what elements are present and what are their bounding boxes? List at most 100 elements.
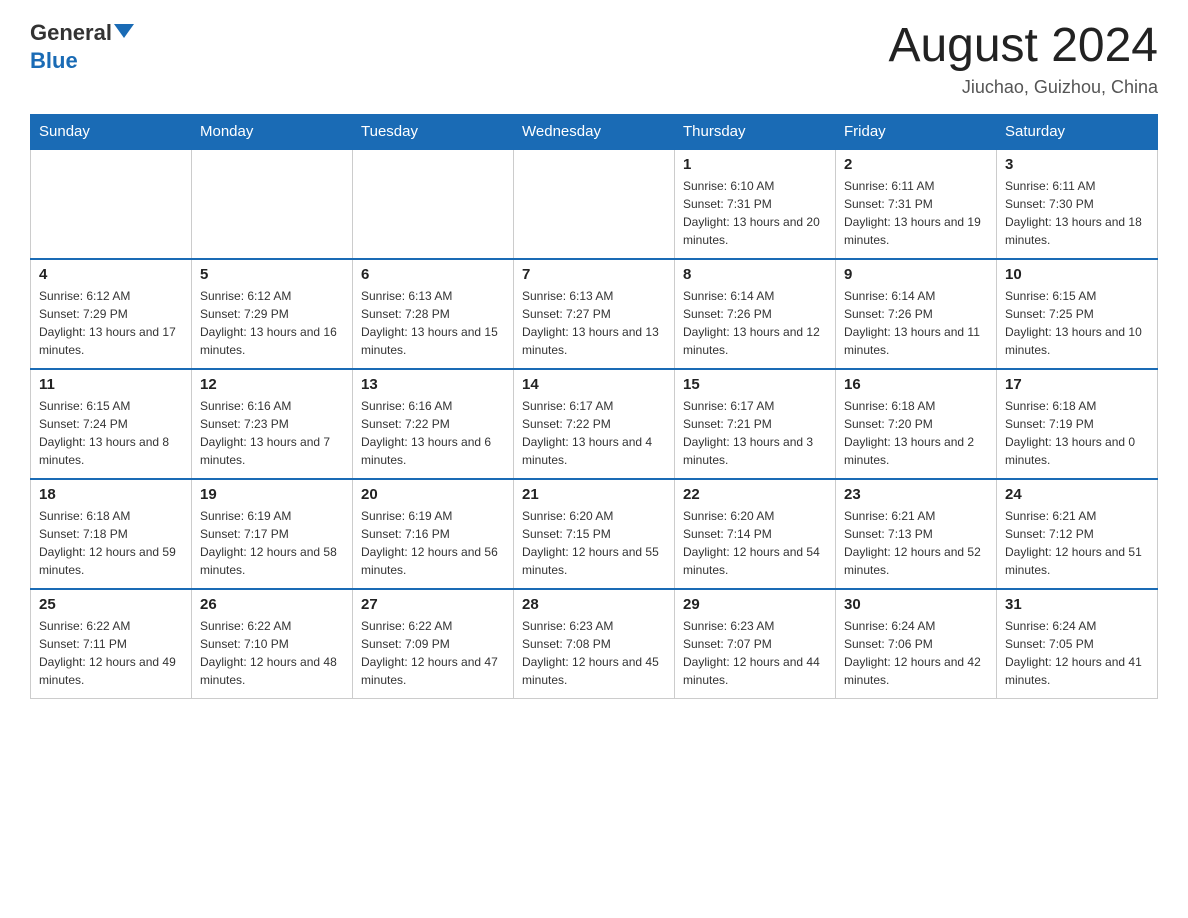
calendar-cell: 14 Sunrise: 6:17 AMSunset: 7:22 PMDayligh… xyxy=(514,369,675,479)
header-monday: Monday xyxy=(192,114,353,149)
day-info: Sunrise: 6:18 AMSunset: 7:20 PMDaylight:… xyxy=(844,397,988,469)
day-number: 15 xyxy=(683,376,827,393)
header-saturday: Saturday xyxy=(997,114,1158,149)
day-info: Sunrise: 6:12 AMSunset: 7:29 PMDaylight:… xyxy=(39,287,183,359)
calendar-cell: 12 Sunrise: 6:16 AMSunset: 7:23 PMDayligh… xyxy=(192,369,353,479)
day-number: 6 xyxy=(361,266,505,283)
location: Jiuchao, Guizhou, China xyxy=(888,77,1158,98)
calendar-cell: 28Sunrise: 6:23 AMSunset: 7:08 PMDayligh… xyxy=(514,589,675,699)
day-number: 24 xyxy=(1005,486,1149,503)
day-number: 26 xyxy=(200,596,344,613)
week-row-3: 18 Sunrise: 6:18 AMSunset: 7:18 PMDayligh… xyxy=(31,479,1158,589)
header-thursday: Thursday xyxy=(675,114,836,149)
calendar-cell: 7Sunrise: 6:13 AMSunset: 7:27 PMDaylight… xyxy=(514,259,675,369)
day-info: Sunrise: 6:21 AMSunset: 7:12 PMDaylight:… xyxy=(1005,507,1149,579)
header-friday: Friday xyxy=(836,114,997,149)
calendar-cell: 3Sunrise: 6:11 AMSunset: 7:30 PMDaylight… xyxy=(997,149,1158,259)
day-number: 11 xyxy=(39,376,183,393)
day-info: Sunrise: 6:19 AMSunset: 7:16 PMDaylight:… xyxy=(361,507,505,579)
calendar-cell: 4 Sunrise: 6:12 AMSunset: 7:29 PMDaylight… xyxy=(31,259,192,369)
calendar-cell: 10Sunrise: 6:15 AMSunset: 7:25 PMDayligh… xyxy=(997,259,1158,369)
calendar-cell: 31 Sunrise: 6:24 AMSunset: 7:05 PMDayligh… xyxy=(997,589,1158,699)
calendar-cell xyxy=(192,149,353,259)
day-info: Sunrise: 6:19 AMSunset: 7:17 PMDaylight:… xyxy=(200,507,344,579)
calendar-table: SundayMondayTuesdayWednesdayThursdayFrid… xyxy=(30,114,1158,700)
calendar-cell: 15 Sunrise: 6:17 AMSunset: 7:21 PMDayligh… xyxy=(675,369,836,479)
day-info: Sunrise: 6:11 AMSunset: 7:31 PMDaylight:… xyxy=(844,177,988,249)
calendar-cell: 6 Sunrise: 6:13 AMSunset: 7:28 PMDaylight… xyxy=(353,259,514,369)
day-number: 18 xyxy=(39,486,183,503)
day-info: Sunrise: 6:13 AMSunset: 7:28 PMDaylight:… xyxy=(361,287,505,359)
calendar-cell: 11 Sunrise: 6:15 AMSunset: 7:24 PMDayligh… xyxy=(31,369,192,479)
day-info: Sunrise: 6:15 AMSunset: 7:24 PMDaylight:… xyxy=(39,397,183,469)
day-info: Sunrise: 6:12 AMSunset: 7:29 PMDaylight:… xyxy=(200,287,344,359)
day-info: Sunrise: 6:15 AMSunset: 7:25 PMDaylight:… xyxy=(1005,287,1149,359)
day-info: Sunrise: 6:20 AMSunset: 7:14 PMDaylight:… xyxy=(683,507,827,579)
day-number: 3 xyxy=(1005,156,1149,173)
day-number: 20 xyxy=(361,486,505,503)
day-number: 25 xyxy=(39,596,183,613)
day-info: Sunrise: 6:16 AMSunset: 7:22 PMDaylight:… xyxy=(361,397,505,469)
title-area: August 2024 Jiuchao, Guizhou, China xyxy=(888,20,1158,98)
day-number: 13 xyxy=(361,376,505,393)
day-number: 1 xyxy=(683,156,827,173)
calendar-cell: 9Sunrise: 6:14 AMSunset: 7:26 PMDaylight… xyxy=(836,259,997,369)
calendar-cell xyxy=(353,149,514,259)
day-info: Sunrise: 6:14 AMSunset: 7:26 PMDaylight:… xyxy=(683,287,827,359)
day-info: Sunrise: 6:10 AMSunset: 7:31 PMDaylight:… xyxy=(683,177,827,249)
day-number: 31 xyxy=(1005,596,1149,613)
day-info: Sunrise: 6:23 AMSunset: 7:08 PMDaylight:… xyxy=(522,617,666,689)
calendar-cell: 27Sunrise: 6:22 AMSunset: 7:09 PMDayligh… xyxy=(353,589,514,699)
day-info: Sunrise: 6:24 AMSunset: 7:06 PMDaylight:… xyxy=(844,617,988,689)
day-info: Sunrise: 6:21 AMSunset: 7:13 PMDaylight:… xyxy=(844,507,988,579)
day-number: 4 xyxy=(39,266,183,283)
calendar-header-row: SundayMondayTuesdayWednesdayThursdayFrid… xyxy=(31,114,1158,149)
day-number: 29 xyxy=(683,596,827,613)
day-number: 8 xyxy=(683,266,827,283)
logo-blue-text: Blue xyxy=(30,48,78,73)
week-row-2: 11 Sunrise: 6:15 AMSunset: 7:24 PMDayligh… xyxy=(31,369,1158,479)
day-number: 19 xyxy=(200,486,344,503)
header-tuesday: Tuesday xyxy=(353,114,514,149)
day-number: 17 xyxy=(1005,376,1149,393)
day-info: Sunrise: 6:18 AMSunset: 7:18 PMDaylight:… xyxy=(39,507,183,579)
day-number: 23 xyxy=(844,486,988,503)
calendar-cell: 18 Sunrise: 6:18 AMSunset: 7:18 PMDayligh… xyxy=(31,479,192,589)
calendar-cell xyxy=(31,149,192,259)
week-row-4: 25Sunrise: 6:22 AMSunset: 7:11 PMDayligh… xyxy=(31,589,1158,699)
calendar-cell: 17 Sunrise: 6:18 AMSunset: 7:19 PMDayligh… xyxy=(997,369,1158,479)
calendar-cell: 19 Sunrise: 6:19 AMSunset: 7:17 PMDayligh… xyxy=(192,479,353,589)
header: General Blue August 2024 Jiuchao, Guizho… xyxy=(30,20,1158,98)
calendar-cell: 5 Sunrise: 6:12 AMSunset: 7:29 PMDaylight… xyxy=(192,259,353,369)
day-number: 5 xyxy=(200,266,344,283)
day-number: 14 xyxy=(522,376,666,393)
calendar-cell: 20 Sunrise: 6:19 AMSunset: 7:16 PMDayligh… xyxy=(353,479,514,589)
calendar-cell: 8 Sunrise: 6:14 AMSunset: 7:26 PMDaylight… xyxy=(675,259,836,369)
calendar-cell: 26 Sunrise: 6:22 AMSunset: 7:10 PMDayligh… xyxy=(192,589,353,699)
day-info: Sunrise: 6:20 AMSunset: 7:15 PMDaylight:… xyxy=(522,507,666,579)
day-number: 9 xyxy=(844,266,988,283)
week-row-1: 4 Sunrise: 6:12 AMSunset: 7:29 PMDaylight… xyxy=(31,259,1158,369)
day-info: Sunrise: 6:17 AMSunset: 7:21 PMDaylight:… xyxy=(683,397,827,469)
day-info: Sunrise: 6:24 AMSunset: 7:05 PMDaylight:… xyxy=(1005,617,1149,689)
month-title: August 2024 xyxy=(888,20,1158,73)
calendar-cell: 29 Sunrise: 6:23 AMSunset: 7:07 PMDayligh… xyxy=(675,589,836,699)
calendar-cell: 21 Sunrise: 6:20 AMSunset: 7:15 PMDayligh… xyxy=(514,479,675,589)
day-info: Sunrise: 6:16 AMSunset: 7:23 PMDaylight:… xyxy=(200,397,344,469)
day-info: Sunrise: 6:17 AMSunset: 7:22 PMDaylight:… xyxy=(522,397,666,469)
day-number: 21 xyxy=(522,486,666,503)
calendar-cell: 13 Sunrise: 6:16 AMSunset: 7:22 PMDayligh… xyxy=(353,369,514,479)
day-info: Sunrise: 6:23 AMSunset: 7:07 PMDaylight:… xyxy=(683,617,827,689)
day-info: Sunrise: 6:22 AMSunset: 7:10 PMDaylight:… xyxy=(200,617,344,689)
day-number: 12 xyxy=(200,376,344,393)
calendar-cell: 22Sunrise: 6:20 AMSunset: 7:14 PMDayligh… xyxy=(675,479,836,589)
day-info: Sunrise: 6:18 AMSunset: 7:19 PMDaylight:… xyxy=(1005,397,1149,469)
header-sunday: Sunday xyxy=(31,114,192,149)
logo-triangle-icon xyxy=(114,24,134,38)
day-number: 2 xyxy=(844,156,988,173)
day-info: Sunrise: 6:13 AMSunset: 7:27 PMDaylight:… xyxy=(522,287,666,359)
day-number: 16 xyxy=(844,376,988,393)
calendar-cell: 23 Sunrise: 6:21 AMSunset: 7:13 PMDayligh… xyxy=(836,479,997,589)
calendar-cell xyxy=(514,149,675,259)
logo-general-text: General xyxy=(30,20,112,46)
